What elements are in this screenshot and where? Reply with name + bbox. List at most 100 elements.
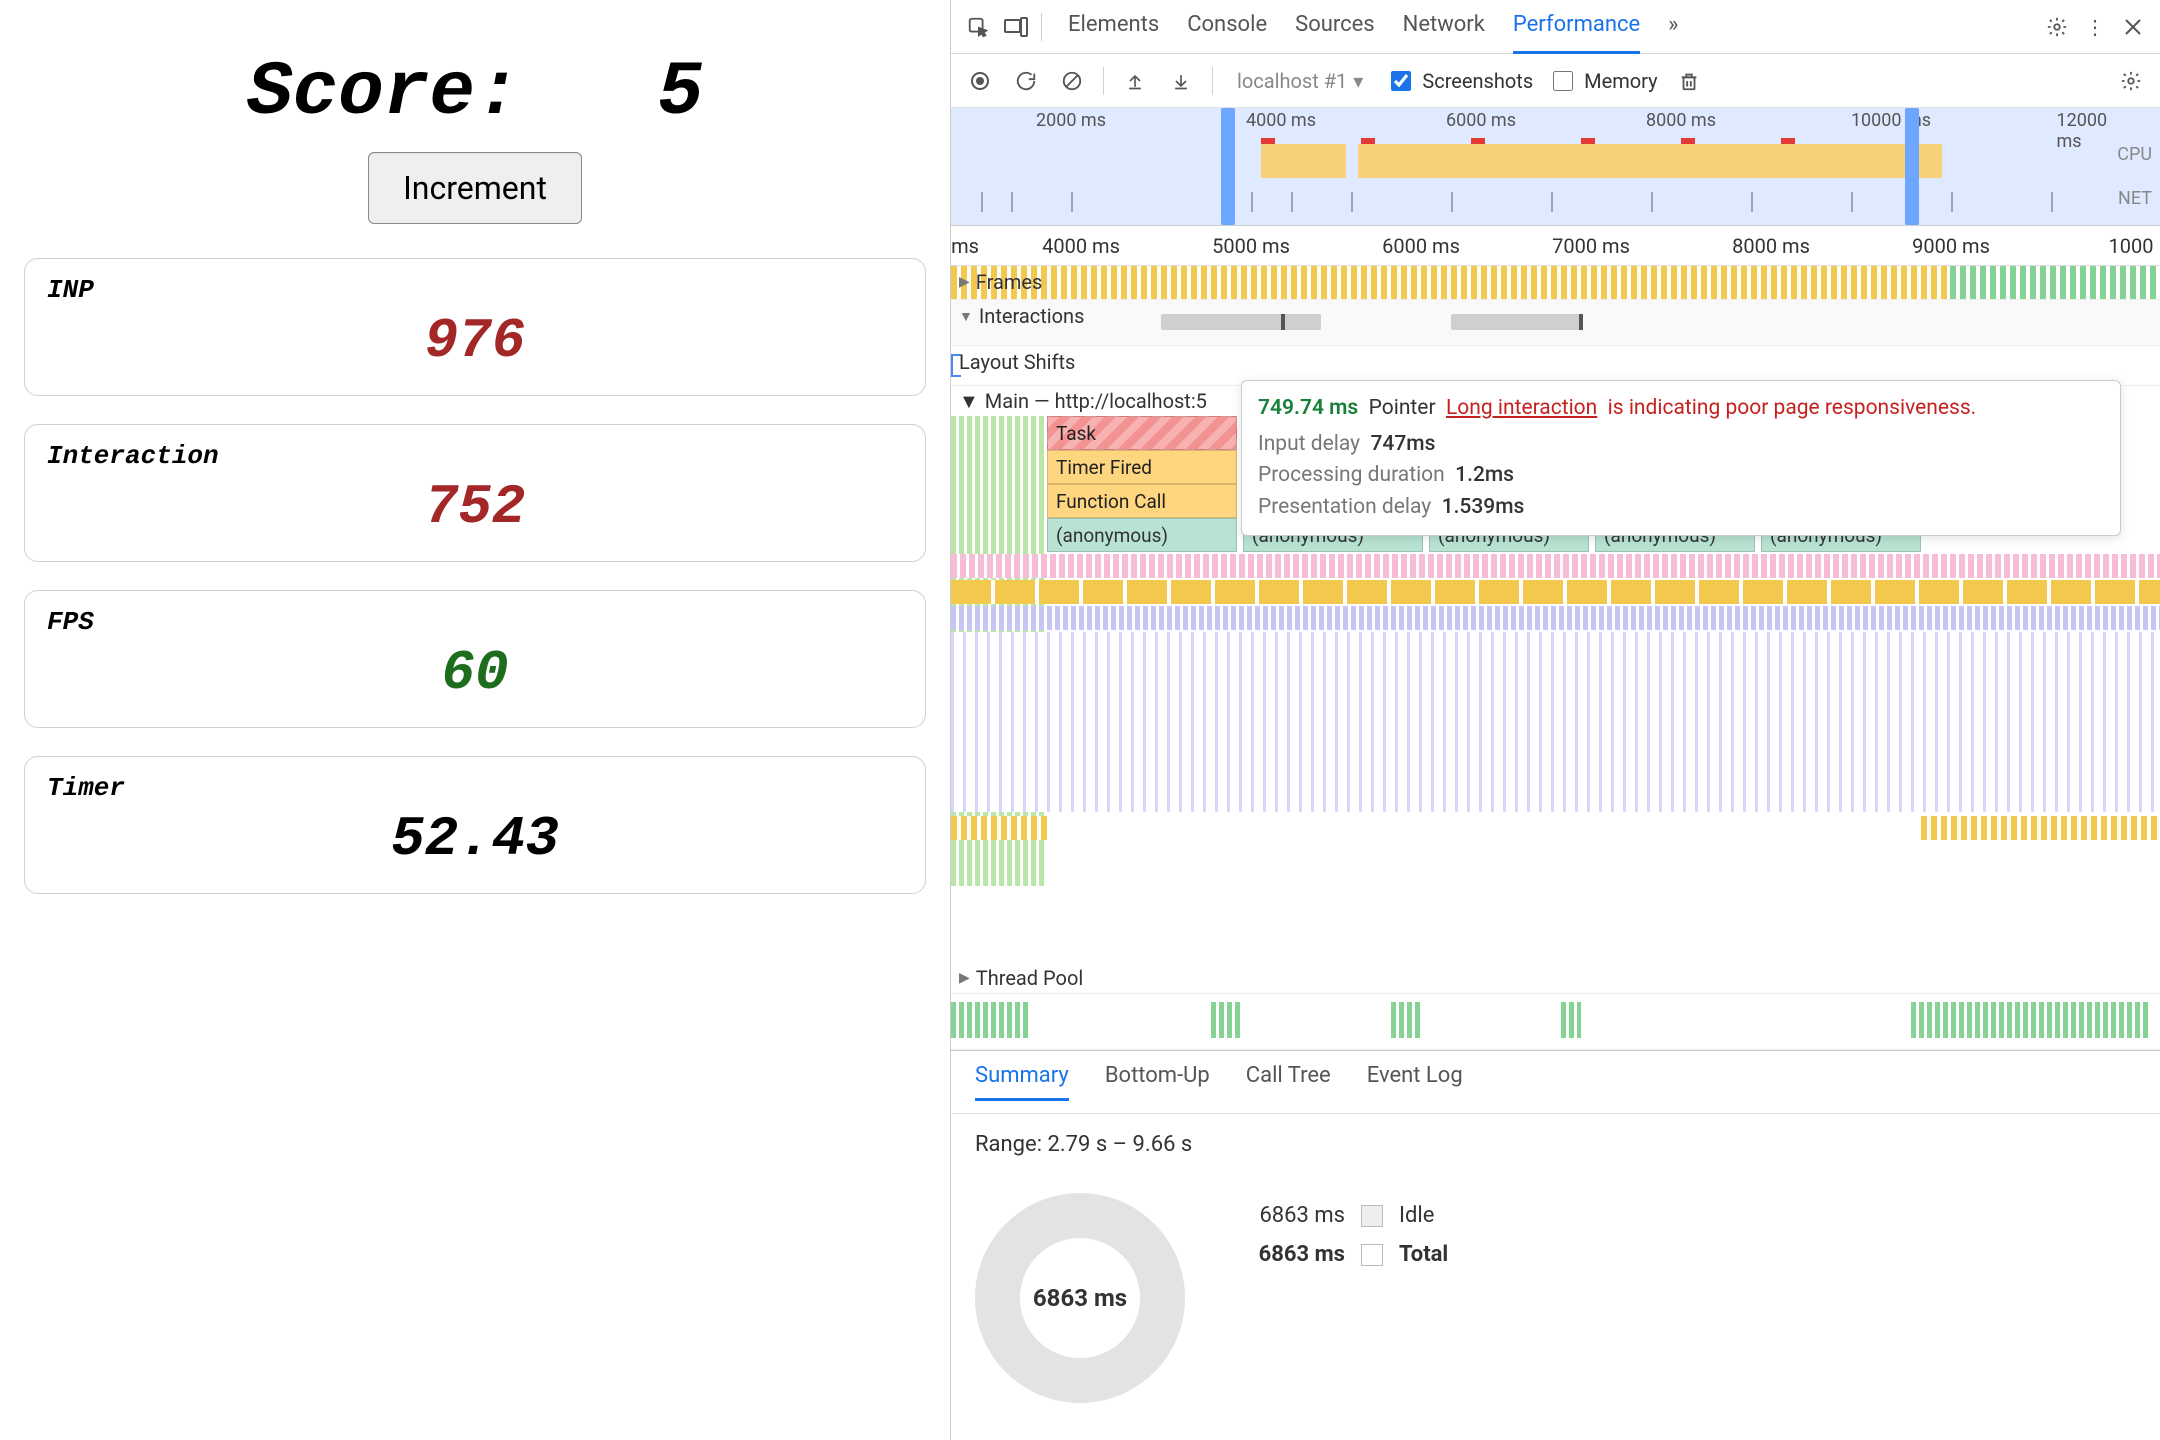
- flame-strip: [951, 632, 2160, 812]
- tooltip-warn-link[interactable]: Long interaction: [1446, 396, 1597, 420]
- tooltip-input-delay-value: 747ms: [1370, 432, 1435, 456]
- tooltip-proc-value: 1.2ms: [1455, 463, 1514, 487]
- overview-net-bars: [951, 192, 2160, 218]
- tab-elements[interactable]: Elements: [1068, 0, 1159, 54]
- ov-tick: 4000 ms: [1246, 110, 1316, 131]
- drawer-tab-summary[interactable]: Summary: [975, 1063, 1069, 1101]
- device-toggle-icon[interactable]: [1003, 14, 1029, 40]
- devtools-panel: Elements Console Sources Network Perform…: [950, 0, 2160, 1440]
- interaction-bar[interactable]: [1161, 314, 1321, 330]
- expand-icon[interactable]: ▶: [959, 274, 970, 290]
- card-fps-label: FPS: [47, 607, 903, 637]
- legend-idle-swatch: [1361, 1205, 1383, 1227]
- app-panel: Score: 5 Increment INP 976 Interaction 7…: [0, 0, 950, 1440]
- drawer-tab-bottomup[interactable]: Bottom-Up: [1105, 1063, 1210, 1101]
- lane-interactions[interactable]: ▼Interactions: [951, 300, 2160, 346]
- upload-profile-icon[interactable]: [1120, 66, 1150, 96]
- summary-legend: 6863 ms Idle 6863 ms Total: [1225, 1203, 1448, 1267]
- card-inp-value: 976: [47, 309, 903, 373]
- screenshots-check-input[interactable]: [1391, 71, 1411, 91]
- overview-minimap[interactable]: 2000 ms 4000 ms 6000 ms 8000 ms 10000 ms…: [951, 108, 2160, 226]
- ov-tick: 10000 ms: [1851, 110, 1931, 131]
- clear-button[interactable]: [1057, 66, 1087, 96]
- card-interaction-label: Interaction: [47, 441, 903, 471]
- screenshots-label: Screenshots: [1422, 69, 1533, 93]
- interaction-marker: [1281, 314, 1285, 330]
- legend-idle-label: Idle: [1399, 1203, 1434, 1228]
- profile-select-label: localhost #1: [1237, 69, 1347, 93]
- expand-icon[interactable]: ▶: [959, 970, 970, 986]
- gpu-activity: [1561, 1002, 1581, 1038]
- summary-donut-center: 6863 ms: [1033, 1284, 1127, 1312]
- timeline-ruler[interactable]: ms 4000 ms 5000 ms 6000 ms 7000 ms 8000 …: [951, 226, 2160, 266]
- card-inp: INP 976: [24, 258, 926, 396]
- overview-ticks: 2000 ms 4000 ms 6000 ms 8000 ms 10000 ms…: [951, 110, 2160, 136]
- tooltip-pres-label: Presentation delay: [1258, 495, 1431, 519]
- flame-timer-fired[interactable]: Timer Fired: [1047, 450, 1237, 484]
- card-timer-value: 52.43: [47, 807, 903, 871]
- card-fps-value: 60: [47, 641, 903, 705]
- increment-button[interactable]: Increment: [368, 152, 582, 224]
- download-profile-icon[interactable]: [1166, 66, 1196, 96]
- lane-layout-shifts-label: Layout Shifts: [959, 350, 1075, 374]
- flame-task[interactable]: Task: [1047, 416, 1237, 450]
- gpu-activity: [1911, 1002, 2151, 1038]
- drawer-tab-eventlog[interactable]: Event Log: [1367, 1063, 1463, 1101]
- perf-settings-gear-icon[interactable]: [2116, 66, 2146, 96]
- summary-donut: 6863 ms: [975, 1193, 1185, 1403]
- tab-console[interactable]: Console: [1187, 0, 1267, 54]
- kebab-menu-icon[interactable]: ⋮: [2082, 14, 2108, 40]
- legend-total-ms: 6863 ms: [1225, 1242, 1345, 1267]
- inspect-icon[interactable]: [965, 14, 991, 40]
- record-button[interactable]: [965, 66, 995, 96]
- tooltip-input-delay-label: Input delay: [1258, 432, 1360, 456]
- lane-thread-pool[interactable]: ▶Thread Pool: [951, 962, 2160, 994]
- memory-check-input[interactable]: [1553, 71, 1573, 91]
- ov-tick: 6000 ms: [1446, 110, 1516, 131]
- lane-main[interactable]: ▼Main — http://localhost:5 749.74 ms Poi…: [951, 386, 2160, 962]
- settings-gear-icon[interactable]: [2044, 14, 2070, 40]
- ruler-tick: 7000 ms: [1552, 234, 1630, 258]
- interaction-marker: [1579, 314, 1583, 330]
- ruler-tick: 9000 ms: [1912, 234, 1990, 258]
- overview-cpu-band: [1261, 144, 1942, 178]
- perf-toolbar: localhost #1 ▾ Screenshots Memory: [951, 54, 2160, 108]
- tab-more[interactable]: »: [1668, 0, 1678, 54]
- drawer-tab-calltree[interactable]: Call Tree: [1246, 1063, 1331, 1101]
- tab-performance[interactable]: Performance: [1513, 0, 1640, 54]
- gpu-activity: [1211, 1002, 1241, 1038]
- score-value: 5: [657, 50, 703, 136]
- timeline-lanes: ▶Frames ▼Interactions Layout Shifts ▼Mai…: [951, 266, 2160, 1050]
- legend-total-swatch: [1361, 1244, 1383, 1266]
- screenshots-checkbox[interactable]: Screenshots: [1387, 68, 1533, 94]
- memory-label: Memory: [1584, 69, 1657, 93]
- flame-strip: [951, 580, 2160, 604]
- flame-function-call[interactable]: Function Call: [1047, 484, 1237, 518]
- collapse-icon[interactable]: ▼: [959, 308, 973, 325]
- lane-gpu[interactable]: GPU: [951, 994, 2160, 1050]
- ov-tick: 8000 ms: [1646, 110, 1716, 131]
- details-drawer: Summary Bottom-Up Call Tree Event Log Ra…: [951, 1050, 2160, 1440]
- tooltip-warn-rest: is indicating poor page responsiveness.: [1608, 396, 1977, 420]
- ruler-tick: 5000 ms: [1212, 234, 1290, 258]
- card-interaction: Interaction 752: [24, 424, 926, 562]
- card-interaction-value: 752: [47, 475, 903, 539]
- tooltip-proc-label: Processing duration: [1258, 463, 1445, 487]
- collapse-icon[interactable]: ▼: [959, 389, 979, 414]
- tab-sources[interactable]: Sources: [1295, 0, 1375, 54]
- ruler-tick: ms: [951, 234, 979, 258]
- card-timer: Timer 52.43: [24, 756, 926, 894]
- lane-frames[interactable]: ▶Frames: [951, 266, 2160, 300]
- memory-checkbox[interactable]: Memory: [1549, 68, 1657, 94]
- reload-record-button[interactable]: [1011, 66, 1041, 96]
- gc-icon[interactable]: [1674, 66, 1704, 96]
- profile-select[interactable]: localhost #1 ▾: [1229, 65, 1371, 97]
- gpu-activity: [1391, 1002, 1421, 1038]
- interaction-bar[interactable]: [1451, 314, 1581, 330]
- tooltip-type: Pointer: [1369, 396, 1436, 420]
- lane-main-label: Main — http://localhost:5: [985, 389, 1207, 413]
- close-devtools-icon[interactable]: [2120, 14, 2146, 40]
- flame-anonymous[interactable]: (anonymous): [1047, 518, 1237, 552]
- tooltip-pres-value: 1.539ms: [1442, 495, 1525, 519]
- tab-network[interactable]: Network: [1403, 0, 1485, 54]
